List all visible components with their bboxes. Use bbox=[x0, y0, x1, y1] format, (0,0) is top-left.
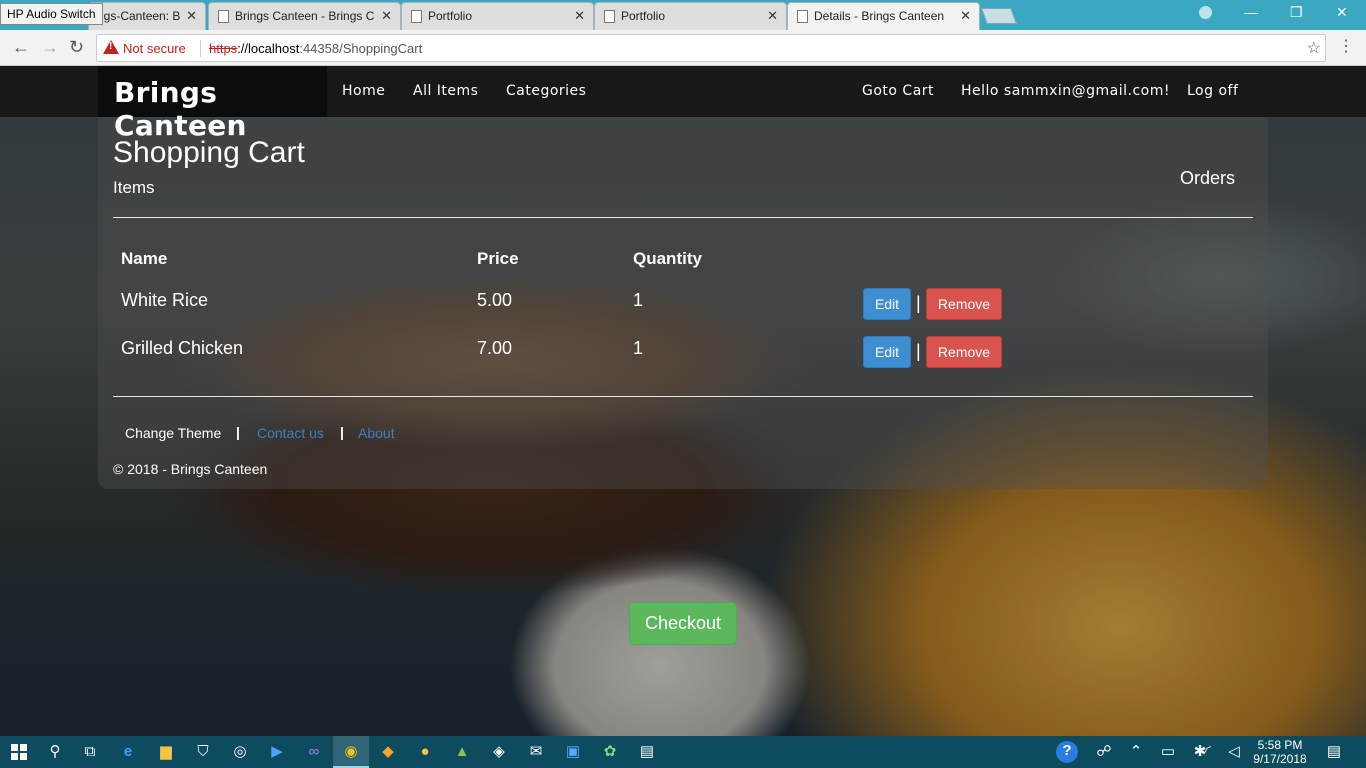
menu-icon[interactable]: ⋮ bbox=[1338, 36, 1354, 56]
close-icon[interactable]: ✕ bbox=[381, 3, 392, 29]
browser-toolbar: ← → ↻ ! Not secure https://localhost:443… bbox=[0, 30, 1366, 66]
close-window-icon[interactable]: ✕ bbox=[1336, 4, 1348, 21]
tab-title: Portfolio bbox=[621, 9, 666, 23]
item-quantity: 1 bbox=[633, 290, 644, 310]
close-icon[interactable]: ✕ bbox=[960, 3, 971, 29]
column-header-name: Name bbox=[121, 249, 168, 268]
divider bbox=[113, 217, 1253, 218]
unity-icon[interactable]: ◈ bbox=[489, 742, 509, 762]
about-link[interactable]: About bbox=[358, 425, 395, 441]
checkout-button[interactable]: Checkout bbox=[629, 602, 737, 645]
volume-icon[interactable]: ◁ bbox=[1224, 742, 1244, 762]
divider bbox=[200, 40, 201, 57]
item-name: Grilled Chicken bbox=[121, 338, 244, 358]
page-icon bbox=[797, 10, 808, 23]
tab-brings-canteen-github[interactable]: ngs-Canteen: B ✕ bbox=[88, 2, 206, 30]
store-icon[interactable]: ⛉ bbox=[193, 742, 213, 762]
page-icon bbox=[604, 10, 615, 23]
android-studio-icon[interactable]: ▲ bbox=[452, 742, 472, 762]
footer-separator: | bbox=[340, 424, 344, 440]
remove-button[interactable]: Remove bbox=[926, 288, 1002, 320]
item-price: 5.00 bbox=[477, 290, 513, 310]
close-icon[interactable]: ✕ bbox=[574, 3, 585, 29]
section-subtitle: Items bbox=[113, 178, 155, 197]
address-bar[interactable]: ! Not secure https://localhost:44358/Sho… bbox=[96, 34, 1326, 62]
help-icon[interactable]: ? bbox=[1056, 741, 1078, 763]
minimize-icon[interactable]: — bbox=[1244, 4, 1258, 20]
search-icon[interactable]: ⚲ bbox=[45, 742, 65, 762]
wifi-icon[interactable]: ◜ bbox=[1198, 742, 1218, 762]
mail-icon[interactable]: ✉ bbox=[526, 742, 546, 762]
tab-portfolio-1[interactable]: Portfolio ✕ bbox=[401, 2, 594, 30]
page-icon bbox=[411, 10, 422, 23]
page-viewport: Brings Canteen Home All Items Categories… bbox=[0, 66, 1366, 736]
edit-button[interactable]: Edit bbox=[863, 336, 911, 368]
network-app-icon[interactable]: ✿ bbox=[600, 742, 620, 762]
chrome-icon[interactable]: ◉ bbox=[341, 742, 361, 762]
close-icon[interactable]: ✕ bbox=[186, 3, 197, 29]
url-text[interactable]: https://localhost:44358/ShoppingCart bbox=[209, 41, 422, 56]
copyright-text: © 2018 - Brings Canteen bbox=[113, 461, 268, 477]
tab-title: Details - Brings Canteen bbox=[814, 9, 945, 23]
footer-separator: | bbox=[236, 424, 240, 440]
notifications-icon[interactable]: ▤ bbox=[1324, 742, 1344, 762]
word-icon[interactable]: ▣ bbox=[563, 742, 583, 762]
back-icon[interactable]: ← bbox=[12, 37, 30, 58]
button-separator: | bbox=[916, 341, 921, 361]
remote-desktop-icon[interactable]: ▤ bbox=[637, 742, 657, 762]
edge-icon[interactable]: e bbox=[118, 742, 138, 762]
chevron-up-icon[interactable]: ⌃ bbox=[1126, 742, 1146, 762]
tab-brings-canteen[interactable]: Brings Canteen - Brings C ✕ bbox=[208, 2, 401, 30]
button-separator: | bbox=[916, 293, 921, 313]
hp-audio-switch-label: HP Audio Switch bbox=[0, 3, 103, 25]
page-title: Shopping Cart bbox=[113, 136, 305, 169]
windows-taskbar: ⚲ ⧉ e ▆ ⛉ ◎ ▶ ∞ ◉ ◆ ● ▲ ◈ ✉ ▣ ✿ ▤ ? ☍ ⌃ … bbox=[0, 736, 1366, 768]
item-price: 7.00 bbox=[477, 338, 513, 358]
tab-title: ngs-Canteen: B bbox=[97, 9, 181, 23]
tab-portfolio-2[interactable]: Portfolio ✕ bbox=[594, 2, 787, 30]
reload-icon[interactable]: ↻ bbox=[69, 37, 84, 58]
close-icon[interactable]: ✕ bbox=[767, 3, 778, 29]
column-header-price: Price bbox=[477, 249, 519, 268]
people-icon[interactable]: ☍ bbox=[1094, 742, 1114, 762]
powershell-icon[interactable]: ▶ bbox=[267, 742, 287, 762]
browser-tab-strip: HP Audio Switch ngs-Canteen: B ✕ Brings … bbox=[0, 0, 1366, 30]
remove-button[interactable]: Remove bbox=[926, 336, 1002, 368]
battery-icon[interactable]: ▭ bbox=[1158, 742, 1178, 762]
clock-time: 5:58 PM bbox=[1257, 738, 1303, 752]
security-label[interactable]: Not secure bbox=[123, 41, 186, 56]
file-explorer-icon[interactable]: ▆ bbox=[156, 742, 176, 762]
taskbar-clock[interactable]: 5:58 PM 9/17/2018 bbox=[1250, 738, 1310, 766]
restore-icon[interactable]: ❐ bbox=[1290, 4, 1303, 21]
windows-start-icon[interactable] bbox=[11, 744, 27, 760]
star-icon[interactable]: ☆ bbox=[1307, 38, 1321, 58]
tab-title: Brings Canteen - Brings C bbox=[235, 9, 375, 23]
page-icon bbox=[218, 10, 229, 23]
contact-us-link[interactable]: Contact us bbox=[257, 425, 324, 441]
item-name: White Rice bbox=[121, 290, 209, 310]
forward-icon[interactable]: → bbox=[41, 37, 59, 58]
change-theme-link[interactable]: Change Theme bbox=[125, 425, 221, 441]
app-icon[interactable]: ● bbox=[415, 742, 435, 762]
clock-date: 9/17/2018 bbox=[1253, 752, 1307, 766]
tab-title: Portfolio bbox=[428, 9, 473, 23]
column-header-quantity: Quantity bbox=[633, 249, 702, 268]
media-icon[interactable]: ◎ bbox=[230, 742, 250, 762]
item-quantity: 1 bbox=[633, 338, 644, 358]
orders-link[interactable]: Orders bbox=[1180, 168, 1235, 189]
visual-studio-icon[interactable]: ∞ bbox=[304, 742, 324, 762]
task-view-icon[interactable]: ⧉ bbox=[80, 742, 100, 762]
divider bbox=[113, 396, 1253, 397]
tab-details-active[interactable]: Details - Brings Canteen ✕ bbox=[787, 2, 980, 30]
edit-button[interactable]: Edit bbox=[863, 288, 911, 320]
git-icon[interactable]: ◆ bbox=[378, 742, 398, 762]
profile-icon[interactable] bbox=[1199, 6, 1212, 19]
new-tab-button[interactable] bbox=[981, 8, 1017, 24]
